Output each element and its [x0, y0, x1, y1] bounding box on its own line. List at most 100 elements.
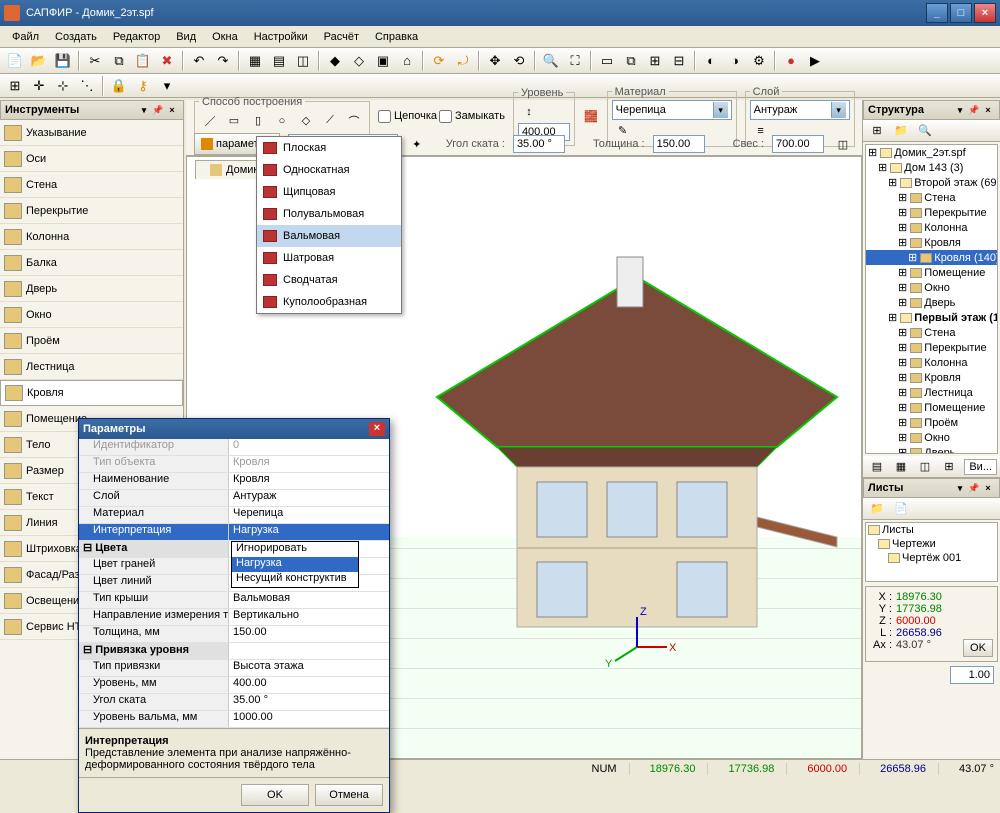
prop-row[interactable]: Уровень, мм400.00 [79, 677, 389, 694]
tree-node[interactable]: ⊞ Домик_2эт.spf [866, 145, 997, 160]
rooftype-tool[interactable]: ✦ [406, 133, 428, 155]
zoom-fit[interactable]: ⛶ [564, 50, 586, 72]
settings-button[interactable]: ⚙ [748, 50, 770, 72]
tree-node[interactable]: ⊞ Перекрытие [866, 340, 997, 355]
views-tab[interactable]: Ви... [964, 459, 997, 475]
menu-Файл[interactable]: Файл [4, 28, 47, 46]
prop-row[interactable]: Тип крышиВальмовая [79, 592, 389, 609]
rooftype-option[interactable]: Плоская [257, 137, 401, 159]
menu-Расчёт[interactable]: Расчёт [316, 28, 367, 46]
prop-row[interactable]: МатериалЧерепица [79, 507, 389, 524]
prop-row[interactable]: ⊟ Привязка уровня [79, 643, 389, 660]
tool-Окно[interactable]: Окно [0, 302, 183, 328]
cut-button[interactable]: ✂ [84, 50, 106, 72]
rooftype-option[interactable]: Сводчатая [257, 269, 401, 291]
tool-h[interactable]: ⟳ [428, 50, 450, 72]
prop-row[interactable]: Направление измерения тол...Вертикально [79, 609, 389, 626]
tool-Указывание[interactable]: Указывание [0, 120, 183, 146]
layer-combo[interactable]: Антураж▾ [750, 100, 850, 120]
snap-d[interactable]: ⋱ [76, 75, 98, 97]
view-d[interactable]: ⊟ [668, 50, 690, 72]
tree-node[interactable]: ⊞ Окно [866, 430, 997, 445]
tool-g[interactable]: ⌂ [396, 50, 418, 72]
tool-Дверь[interactable]: Дверь [0, 276, 183, 302]
tool-i[interactable]: ⤾ [452, 50, 474, 72]
key-button[interactable]: ⚷ [132, 75, 154, 97]
tree-node[interactable]: ⊞ Дверь [866, 295, 997, 310]
rotate-tool[interactable]: ⟲ [508, 50, 530, 72]
sheet-node[interactable]: Листы [866, 523, 997, 537]
tree-node[interactable]: ⊞ Проём [866, 415, 997, 430]
over-input[interactable] [772, 135, 824, 153]
rooftype-option[interactable]: Шатровая [257, 247, 401, 269]
tool-a[interactable]: ▦ [244, 50, 266, 72]
sheet-node[interactable]: Чертёж 001 [866, 551, 997, 565]
tree-node[interactable]: ⊞ Лестница [866, 385, 997, 400]
tree-node[interactable]: ⊞ Помещение [866, 400, 997, 415]
close-button[interactable]: × [974, 3, 996, 23]
menu-Создать[interactable]: Создать [47, 28, 105, 46]
prop-row[interactable]: Тип привязкиВысота этажа [79, 660, 389, 677]
tree-node[interactable]: ⊞ Перекрытие [866, 205, 997, 220]
pin-icon[interactable]: ▾ [137, 105, 151, 116]
pin-btn[interactable]: 📌 [151, 105, 165, 116]
close-checkbox[interactable] [439, 110, 452, 123]
shape-free[interactable]: ⟋ [319, 110, 341, 132]
thick-input[interactable] [653, 135, 705, 153]
cancel-button[interactable]: Отмена [315, 784, 383, 806]
delete-button[interactable]: ✖ [156, 50, 178, 72]
angle-input[interactable] [513, 135, 565, 153]
tool-c[interactable]: ◫ [292, 50, 314, 72]
save-button[interactable]: 💾 [52, 50, 74, 72]
coord-ok[interactable]: OK [963, 639, 993, 657]
shape-rect[interactable]: ▭ [223, 110, 245, 132]
tool-Балка[interactable]: Балка [0, 250, 183, 276]
tool-Колонна[interactable]: Колонна [0, 224, 183, 250]
shape-arc[interactable]: ⌒ [343, 110, 365, 132]
tool-d[interactable]: ◆ [324, 50, 346, 72]
snap-a[interactable]: ⊞ [4, 75, 26, 97]
view-b[interactable]: ⧉ [620, 50, 642, 72]
structure-tree[interactable]: ⊞ Домик_2эт.spf⊞ Дом 143 (3)⊞ Второй эта… [865, 144, 998, 454]
tree-node[interactable]: ⊞ Первый этаж (13) [866, 310, 997, 325]
rooftype-option[interactable]: Полувальмовая [257, 203, 401, 225]
rooftype-option[interactable]: Куполообразная [257, 291, 401, 313]
tree-a[interactable]: ⊞ [866, 120, 888, 142]
tree-node[interactable]: ⊞ Помещение [866, 265, 997, 280]
zoom-in[interactable]: 🔍 [540, 50, 562, 72]
drop-button[interactable]: ▾ [156, 75, 178, 97]
undo-button[interactable]: ↶ [188, 50, 210, 72]
tool-Кровля[interactable]: Кровля [0, 380, 183, 406]
prop-row[interactable]: Идентификатор0 [79, 439, 389, 456]
prop-row[interactable]: СлойАнтураж [79, 490, 389, 507]
panel-close[interactable]: × [165, 105, 179, 115]
render-a[interactable]: ◐ [700, 50, 722, 72]
prop-row[interactable]: Угол ската35.00 ° [79, 694, 389, 711]
chain-checkbox[interactable] [378, 110, 391, 123]
tool-Перекрытие[interactable]: Перекрытие [0, 198, 183, 224]
tree-node[interactable]: ⊞ Дверь [866, 445, 997, 454]
snap-b[interactable]: ✛ [28, 75, 50, 97]
tool-f[interactable]: ▣ [372, 50, 394, 72]
sheet-node[interactable]: Чертежи [866, 537, 997, 551]
scale-input[interactable] [950, 666, 994, 684]
rooftype-option[interactable]: Односкатная [257, 159, 401, 181]
view-c[interactable]: ⊞ [644, 50, 666, 72]
rooftype-option[interactable]: Вальмовая [257, 225, 401, 247]
dialog-close[interactable]: × [369, 422, 385, 436]
prop-row[interactable]: Толщина, мм150.00 [79, 626, 389, 643]
redo-button[interactable]: ↷ [212, 50, 234, 72]
tree-node[interactable]: ⊞ Кровля [866, 370, 997, 385]
interp-option[interactable]: Игнорировать [232, 542, 358, 557]
shape-rect2[interactable]: ▯ [247, 110, 269, 132]
render-b[interactable]: ◑ [724, 50, 746, 72]
menu-Справка[interactable]: Справка [367, 28, 426, 46]
paste-button[interactable]: 📋 [132, 50, 154, 72]
interp-option[interactable]: Нагрузка [232, 557, 358, 572]
tool-b[interactable]: ▤ [268, 50, 290, 72]
tree-b[interactable]: 📁 [890, 120, 912, 142]
rooftype-option[interactable]: Щипцовая [257, 181, 401, 203]
menu-Настройки[interactable]: Настройки [246, 28, 316, 46]
tool-Оси[interactable]: Оси [0, 146, 183, 172]
new-button[interactable]: 📄 [4, 50, 26, 72]
